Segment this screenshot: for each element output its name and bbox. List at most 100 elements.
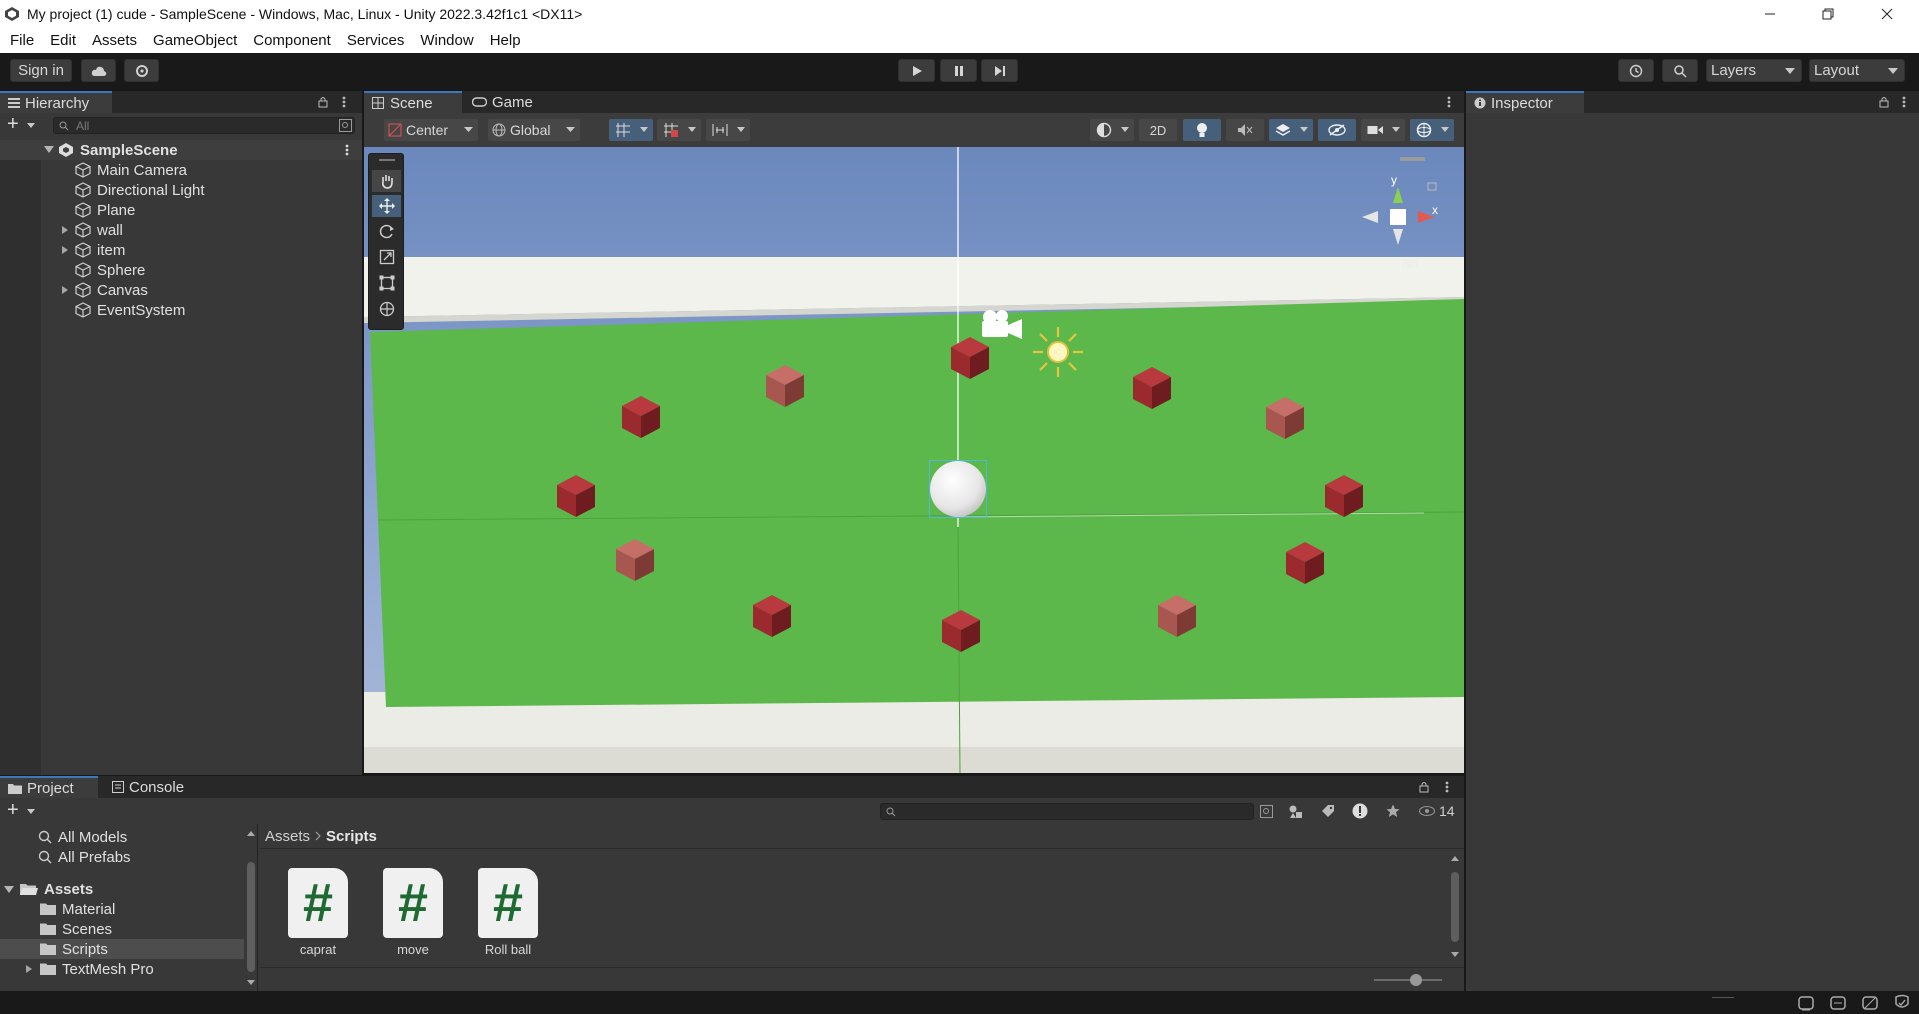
scale-tool-button[interactable] (372, 246, 401, 268)
restore-button[interactable] (1805, 0, 1851, 28)
scroll-up-icon[interactable] (247, 831, 255, 836)
align-dropdown[interactable] (706, 119, 750, 141)
chevron-down-icon[interactable] (27, 123, 35, 128)
camera-gizmo-icon[interactable] (976, 307, 1026, 341)
scene-row[interactable]: SampleScene (0, 140, 362, 160)
hierarchy-search-input[interactable]: All (53, 117, 355, 134)
grid-snap-toggle[interactable] (609, 119, 653, 141)
scene-viewport[interactable]: y x Iso (364, 147, 1464, 773)
status-memory-icon[interactable] (1828, 994, 1848, 1012)
sphere-selection[interactable] (929, 460, 987, 518)
camera-settings-dropdown[interactable] (1361, 119, 1405, 141)
scroll-down-icon[interactable] (247, 980, 255, 985)
hierarchy-item[interactable]: item (0, 240, 362, 260)
gizmo-handle[interactable] (1400, 157, 1425, 161)
assets-scrollbar[interactable] (1448, 850, 1462, 962)
step-button[interactable] (981, 59, 1018, 82)
hierarchy-item[interactable]: Canvas (0, 280, 362, 300)
tab-console[interactable]: Console (104, 776, 202, 798)
2d-toggle[interactable]: 2D (1139, 119, 1177, 141)
project-folder[interactable]: Scripts (0, 939, 244, 959)
scroll-up-icon[interactable] (1451, 856, 1459, 861)
minimize-button[interactable] (1747, 0, 1793, 28)
warning-filter-icon[interactable] (1352, 803, 1368, 819)
favorite-all-prefabs[interactable]: All Prefabs (38, 847, 131, 867)
project-folder[interactable]: TextMesh Pro (0, 959, 244, 979)
item-cube[interactable] (1129, 365, 1175, 411)
gizmos-dropdown[interactable] (1410, 119, 1454, 141)
favorite-all-models[interactable]: All Models (38, 827, 127, 847)
pivot-dropdown[interactable]: Center (384, 119, 478, 141)
tree-scrollbar[interactable] (244, 824, 258, 991)
more-options-icon[interactable] (1447, 96, 1451, 108)
rotate-tool-button[interactable] (372, 220, 401, 242)
item-cube[interactable] (938, 608, 984, 654)
item-cube[interactable] (749, 593, 795, 639)
menu-edit[interactable]: Edit (42, 28, 84, 53)
hierarchy-item[interactable]: Sphere (0, 260, 362, 280)
expand-arrow-icon[interactable] (62, 246, 68, 254)
audio-toggle[interactable] (1226, 119, 1264, 141)
item-cube[interactable] (1282, 540, 1328, 586)
hierarchy-item[interactable]: Plane (0, 200, 362, 220)
eye-icon[interactable] (1419, 806, 1435, 816)
menu-gameobject[interactable]: GameObject (145, 28, 245, 53)
more-options-icon[interactable] (1902, 96, 1906, 108)
menu-services[interactable]: Services (339, 28, 413, 53)
close-window-button[interactable] (1864, 0, 1910, 28)
label-tag-icon[interactable] (1321, 804, 1335, 818)
hierarchy-item[interactable]: EventSystem (0, 300, 362, 320)
item-cube[interactable] (1321, 473, 1367, 519)
sign-in-button[interactable]: Sign in (10, 59, 72, 82)
tab-inspector[interactable]: Inspector (1466, 91, 1584, 113)
status-cpu-icon[interactable] (1796, 994, 1816, 1012)
item-cube[interactable] (947, 335, 993, 381)
item-cube[interactable] (1262, 395, 1308, 441)
status-debug-icon[interactable] (1860, 994, 1880, 1012)
project-folder[interactable]: Material (0, 899, 244, 919)
collab-button[interactable] (124, 59, 159, 82)
item-cube[interactable] (612, 537, 658, 583)
chevron-down-icon[interactable] (27, 809, 35, 814)
move-tool-button[interactable] (372, 195, 401, 217)
search-button[interactable] (1662, 59, 1698, 82)
hierarchy-item[interactable]: wall (0, 220, 362, 240)
assets-root[interactable]: Assets (4, 879, 93, 899)
expand-arrow-icon[interactable] (44, 146, 54, 153)
hierarchy-item[interactable]: Directional Light (0, 180, 362, 200)
hierarchy-item[interactable]: Main Camera (0, 160, 362, 180)
scroll-thumb[interactable] (1451, 872, 1459, 942)
item-cube[interactable] (618, 394, 664, 440)
asset-script-roll-ball[interactable]: # Roll ball (468, 868, 548, 957)
tab-hierarchy[interactable]: Hierarchy (0, 91, 112, 113)
scroll-thumb[interactable] (247, 862, 255, 972)
layers-dropdown[interactable]: Layers (1706, 59, 1802, 82)
favorite-star-icon[interactable] (1386, 804, 1400, 818)
menu-file[interactable]: File (2, 28, 42, 53)
menu-help[interactable]: Help (482, 28, 529, 53)
tab-scene[interactable]: Scene (364, 91, 462, 113)
icon-size-slider[interactable] (1374, 979, 1442, 981)
effects-dropdown[interactable] (1269, 119, 1313, 141)
light-gizmo-icon[interactable] (1031, 325, 1085, 379)
search-filter-icon[interactable] (339, 119, 352, 132)
item-cube[interactable] (762, 363, 808, 409)
add-icon[interactable]: + (7, 113, 19, 136)
expand-arrow-icon[interactable] (62, 286, 68, 294)
expand-arrow-icon[interactable] (26, 965, 32, 973)
expand-arrow-icon[interactable] (62, 226, 68, 234)
layout-dropdown[interactable]: Layout (1809, 59, 1905, 82)
lock-icon[interactable] (1879, 96, 1889, 108)
space-dropdown[interactable]: Global (488, 119, 580, 141)
menu-assets[interactable]: Assets (84, 28, 145, 53)
more-options-icon[interactable] (345, 144, 349, 156)
play-button[interactable] (898, 59, 935, 82)
slider-thumb[interactable] (1410, 974, 1422, 986)
lighting-toggle[interactable] (1183, 119, 1221, 141)
status-check-icon[interactable] (1892, 994, 1912, 1012)
drag-handle[interactable] (379, 159, 395, 161)
project-search-input[interactable] (880, 803, 1254, 820)
expand-arrow-icon[interactable] (4, 885, 14, 893)
pause-button[interactable] (940, 59, 977, 82)
item-cube[interactable] (553, 473, 599, 519)
